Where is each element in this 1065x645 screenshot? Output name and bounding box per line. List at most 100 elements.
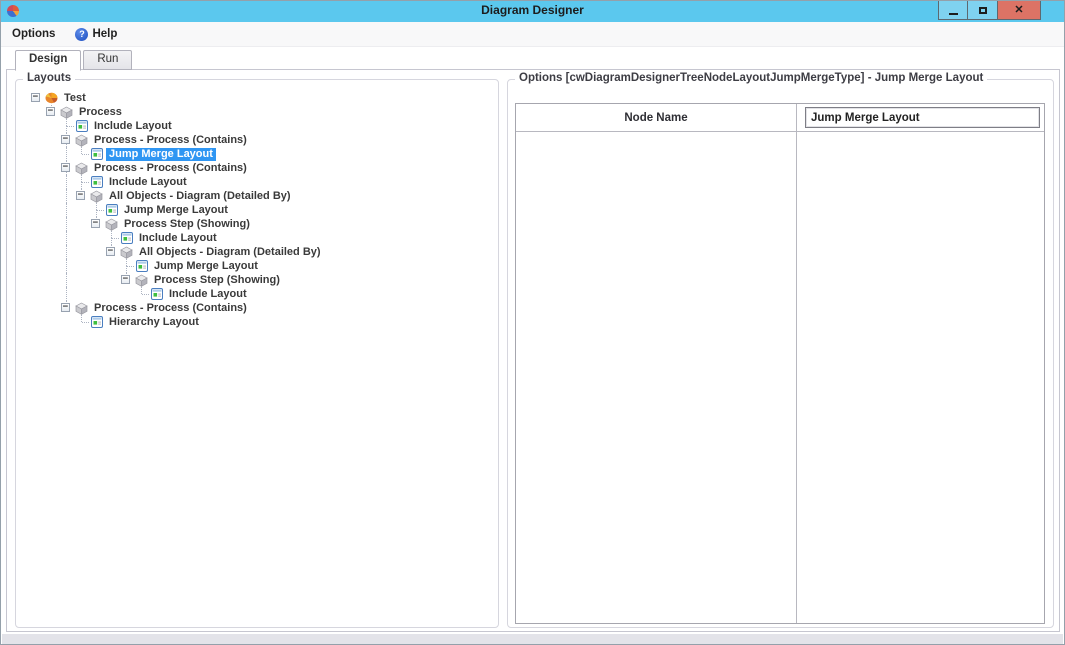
tree-node[interactable]: − All Objects - Diagram (Detailed By) xyxy=(29,245,494,259)
tree-expander[interactable]: − xyxy=(89,217,104,231)
tree-guide xyxy=(104,259,119,273)
tab-strip: Design Run xyxy=(15,50,134,71)
tab-run[interactable]: Run xyxy=(83,50,133,70)
tree-node-label[interactable]: Hierarchy Layout xyxy=(106,316,202,329)
tree-node-label[interactable]: Include Layout xyxy=(106,176,190,189)
tree-expander[interactable]: − xyxy=(59,133,74,147)
tree-node[interactable]: − Process - Process (Contains) xyxy=(29,133,494,147)
tree-expander[interactable]: − xyxy=(104,245,119,259)
tree-node[interactable]: Include Layout xyxy=(29,287,494,301)
tree-guide xyxy=(59,245,74,259)
tree-node[interactable]: Include Layout xyxy=(29,231,494,245)
tree-guide xyxy=(74,231,89,245)
collapse-icon[interactable]: − xyxy=(61,303,70,312)
tree-node-label[interactable]: Jump Merge Layout xyxy=(121,204,231,217)
tree-node-label[interactable]: Include Layout xyxy=(166,288,250,301)
tab-design[interactable]: Design xyxy=(15,50,82,71)
tree-node-label[interactable]: Process - Process (Contains) xyxy=(91,134,250,147)
menu-item-help[interactable]: ? Help xyxy=(75,27,117,41)
tree-guide xyxy=(59,175,74,189)
tree-node-label[interactable]: Include Layout xyxy=(91,120,175,133)
tree-node[interactable]: Jump Merge Layout xyxy=(29,203,494,217)
node-name-input[interactable] xyxy=(805,107,1040,128)
minimize-button[interactable] xyxy=(938,1,968,20)
tree-expander[interactable]: − xyxy=(119,273,134,287)
tree-connector xyxy=(74,147,89,161)
tree-connector xyxy=(134,287,149,301)
tree-guide xyxy=(29,147,44,161)
options-groupbox: Options [cwDiagramDesignerTreeNodeLayout… xyxy=(507,72,1054,628)
tree-node-label[interactable]: Process Step (Showing) xyxy=(121,218,253,231)
tree-node[interactable]: Include Layout xyxy=(29,119,494,133)
collapse-icon[interactable]: − xyxy=(91,219,100,228)
tree-guide xyxy=(44,231,59,245)
close-icon: ✕ xyxy=(1014,3,1024,16)
close-button[interactable]: ✕ xyxy=(998,1,1041,20)
collapse-icon[interactable]: − xyxy=(31,93,40,102)
tree-node-label[interactable]: All Objects - Diagram (Detailed By) xyxy=(136,246,324,259)
layout-icon xyxy=(104,203,119,217)
tree-node-label[interactable]: Jump Merge Layout xyxy=(151,260,261,273)
tree-node-label[interactable]: Process - Process (Contains) xyxy=(91,302,250,315)
tree-guide xyxy=(29,119,44,133)
tree-node[interactable]: − Process xyxy=(29,105,494,119)
tree-guide xyxy=(29,273,44,287)
tree-node-label[interactable]: Process Step (Showing) xyxy=(151,274,283,287)
tree-connector xyxy=(104,231,119,245)
tree-node-label[interactable]: Process xyxy=(76,106,125,119)
tree-guide xyxy=(29,133,44,147)
tree-node[interactable]: Hierarchy Layout xyxy=(29,315,494,329)
tree-expander[interactable]: − xyxy=(29,91,44,105)
tree-expander[interactable]: − xyxy=(44,105,59,119)
cube-icon xyxy=(74,133,89,147)
collapse-icon[interactable]: − xyxy=(61,163,70,172)
cube-icon xyxy=(59,105,74,119)
tree-node[interactable]: − All Objects - Diagram (Detailed By) xyxy=(29,189,494,203)
collapse-icon[interactable]: − xyxy=(76,191,85,200)
tree-node[interactable]: − Process Step (Showing) xyxy=(29,273,494,287)
tree-node[interactable]: − Process - Process (Contains) xyxy=(29,161,494,175)
window-controls: ✕ xyxy=(938,1,1041,20)
tree-node[interactable]: − Process - Process (Contains) xyxy=(29,301,494,315)
tree-guide xyxy=(59,217,74,231)
tree-guide xyxy=(89,259,104,273)
tree-guide xyxy=(44,245,59,259)
menu-item-options[interactable]: Options xyxy=(12,28,55,40)
collapse-icon[interactable]: − xyxy=(121,275,130,284)
tree-node[interactable]: − Test xyxy=(29,91,494,105)
tree-node-label[interactable]: Include Layout xyxy=(136,232,220,245)
tree-guide xyxy=(44,175,59,189)
window-title: Diagram Designer xyxy=(481,3,584,17)
tree-guide xyxy=(44,133,59,147)
tree-node-label[interactable]: All Objects - Diagram (Detailed By) xyxy=(106,190,294,203)
tree-node-label[interactable]: Jump Merge Layout xyxy=(106,147,216,161)
layout-icon xyxy=(119,231,134,245)
tree-guide xyxy=(44,147,59,161)
tree-node-label[interactable]: Test xyxy=(61,92,89,105)
tree-guide xyxy=(89,231,104,245)
minimize-icon xyxy=(948,13,958,15)
tree-guide xyxy=(29,175,44,189)
title-bar[interactable]: Diagram Designer ✕ xyxy=(1,1,1064,22)
tree-expander[interactable]: − xyxy=(59,301,74,315)
collapse-icon[interactable]: − xyxy=(46,107,55,116)
tree-expander[interactable]: − xyxy=(59,161,74,175)
tree-guide xyxy=(29,315,44,329)
tree-node[interactable]: Jump Merge Layout xyxy=(29,147,494,161)
tree-node[interactable]: − Process Step (Showing) xyxy=(29,217,494,231)
tree-guide xyxy=(29,203,44,217)
app-window: Diagram Designer ✕ Options ? Help Design… xyxy=(0,0,1065,645)
tree-expander[interactable]: − xyxy=(74,189,89,203)
tree-guide xyxy=(74,287,89,301)
table-body-right xyxy=(797,132,1044,623)
collapse-icon[interactable]: − xyxy=(61,135,70,144)
maximize-button[interactable] xyxy=(968,1,998,20)
tree-guide xyxy=(59,315,74,329)
tree-guide xyxy=(74,273,89,287)
tree-node-label[interactable]: Process - Process (Contains) xyxy=(91,162,250,175)
tree-node[interactable]: Jump Merge Layout xyxy=(29,259,494,273)
tree-node[interactable]: Include Layout xyxy=(29,175,494,189)
design-tab-page: Layouts − Test − Process Include Layout − Proc… xyxy=(6,69,1060,632)
collapse-icon[interactable]: − xyxy=(106,247,115,256)
tree-guide xyxy=(89,245,104,259)
